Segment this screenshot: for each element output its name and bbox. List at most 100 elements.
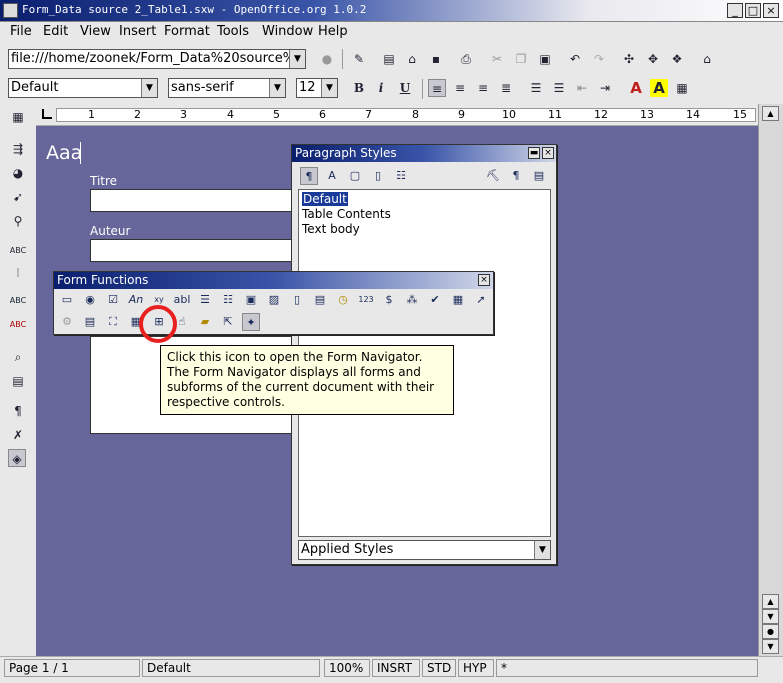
insert-table-icon[interactable]: ▦ [9, 108, 27, 126]
stop-loading-icon[interactable]: ● [318, 50, 336, 68]
paragraph-style-dropdown-icon[interactable]: ▼ [141, 79, 157, 97]
navigation-icon[interactable]: ● [762, 624, 779, 639]
spellcheck-icon[interactable]: ABC [9, 292, 27, 310]
status-hyperlink-mode[interactable]: HYP [458, 659, 494, 677]
style-item-text-body[interactable]: Text body [302, 222, 360, 236]
background-color-icon[interactable]: ▦ [673, 79, 691, 97]
edit-file-icon[interactable]: ✎ [350, 50, 368, 68]
paste-icon[interactable]: ▣ [536, 50, 554, 68]
paragraph-styles-minimize-button[interactable]: ▬ [528, 147, 540, 159]
numbering-styles-icon[interactable]: ☷ [392, 167, 410, 185]
menu-help[interactable]: Help [318, 24, 348, 39]
cut-icon[interactable]: ✂ [488, 50, 506, 68]
nonprinting-characters-icon[interactable]: ¶ [9, 402, 27, 420]
status-insert-mode[interactable]: INSRT [372, 659, 420, 677]
font-size-dropdown-icon[interactable]: ▼ [321, 79, 337, 97]
navigator-icon[interactable]: ✣ [620, 50, 638, 68]
paragraph-style-select[interactable]: Default [8, 78, 158, 98]
menu-view[interactable]: View [80, 24, 111, 39]
new-style-from-selection-icon[interactable]: ¶ [507, 167, 525, 185]
find-replace-icon[interactable]: ⌕ [9, 348, 27, 366]
frame-styles-icon[interactable]: ▢ [346, 167, 364, 185]
show-draw-functions-icon[interactable]: ➹ [9, 188, 27, 206]
underline-button[interactable]: U [396, 79, 414, 97]
edit-autotext-icon[interactable]: ABC [9, 242, 27, 260]
vertical-scrollbar[interactable]: ▲ ▲ ▼ ● ▼ [758, 104, 783, 656]
undo-icon[interactable]: ↶ [566, 50, 584, 68]
page-down-icon[interactable]: ▼ [762, 639, 779, 654]
bold-button[interactable]: B [350, 79, 368, 97]
table-control-icon[interactable]: ▦ [449, 291, 467, 309]
app-icon[interactable] [3, 3, 18, 18]
automatic-control-focus-icon[interactable]: ⇱ [219, 313, 237, 331]
justify-icon[interactable]: ≣ [497, 79, 515, 97]
numeric-field-icon[interactable]: 123 [357, 291, 375, 309]
list-box-icon[interactable]: ☰ [196, 291, 214, 309]
align-right-icon[interactable]: ≡ [474, 79, 492, 97]
paragraph-styles-titlebar[interactable]: Paragraph Styles ▬ × [292, 145, 556, 162]
font-name-dropdown-icon[interactable]: ▼ [269, 79, 285, 97]
checkbox-icon[interactable]: ☑ [104, 291, 122, 309]
align-left-icon[interactable]: ≡ [428, 79, 446, 97]
stylist-icon[interactable]: ✥ [644, 50, 662, 68]
menu-file[interactable]: File [10, 24, 32, 39]
new-document-icon[interactable]: ▤ [380, 50, 398, 68]
highlight-button[interactable]: A [650, 79, 668, 97]
date-field-icon[interactable]: ▤ [311, 291, 329, 309]
open-design-icon[interactable]: ▰ [196, 313, 214, 331]
label-field-icon[interactable]: An [127, 291, 145, 309]
decrease-indent-icon[interactable]: ⇤ [573, 79, 591, 97]
style-item-default[interactable]: Default [302, 192, 348, 206]
url-field[interactable]: file:///home/zoonek/Form_Data%20source%2… [8, 49, 306, 69]
document-heading[interactable]: Aaa [46, 142, 82, 164]
maximize-button[interactable]: □ [745, 3, 761, 18]
form-properties-icon[interactable]: ⛶ [104, 313, 122, 331]
data-sources-panel-icon[interactable]: ▤ [9, 372, 27, 390]
graphics-off-icon[interactable]: ✗ [9, 426, 27, 444]
close-button[interactable]: × [763, 3, 779, 18]
design-mode-icon[interactable]: ⚙ [58, 313, 76, 331]
menu-window[interactable]: Window [262, 24, 313, 39]
horizontal-ruler[interactable]: 1 2 3 4 5 6 7 8 9 10 11 12 13 14 15 [36, 104, 758, 126]
copy-icon[interactable]: ❐ [512, 50, 530, 68]
tab-stop-icon[interactable] [42, 109, 52, 119]
minimize-button[interactable]: _ [727, 3, 743, 18]
paragraph-styles-close-button[interactable]: × [542, 147, 554, 159]
text-cursor-icon[interactable]: Ⅰ [9, 264, 27, 282]
style-item-table-contents[interactable]: Table Contents [302, 207, 391, 221]
pattern-field-icon[interactable]: ⁂ [403, 291, 421, 309]
image-button-icon[interactable]: ▣ [242, 291, 260, 309]
combo-box-icon[interactable]: ☷ [219, 291, 237, 309]
font-color-button[interactable]: A [627, 79, 645, 97]
menu-tools[interactable]: Tools [217, 24, 249, 39]
menu-format[interactable]: Format [164, 24, 210, 39]
page-styles-icon[interactable]: ▯ [369, 167, 387, 185]
gallery-icon[interactable]: ❖ [668, 50, 686, 68]
fill-format-mode-icon[interactable]: ⛏ [484, 167, 502, 185]
update-style-icon[interactable]: ▤ [530, 167, 548, 185]
page-up-icon[interactable]: ▲ [762, 594, 779, 609]
italic-button[interactable]: i [372, 79, 390, 97]
paragraph-styles-icon[interactable]: ¶ [300, 167, 318, 185]
time-field-icon[interactable]: ◷ [334, 291, 352, 309]
menu-insert[interactable]: Insert [119, 24, 156, 39]
status-style[interactable]: Default [142, 659, 320, 677]
select-icon[interactable]: ➚ [472, 291, 490, 309]
redo-icon[interactable]: ↷ [590, 50, 608, 68]
text-box-icon[interactable]: abl [173, 291, 191, 309]
align-center-icon[interactable]: ≡ [451, 79, 469, 97]
form-functions-titlebar[interactable]: Form Functions × [54, 272, 493, 289]
styles-filter-dropdown-icon[interactable]: ▼ [534, 541, 550, 559]
menu-edit[interactable]: Edit [43, 24, 68, 39]
image-control-icon[interactable]: ▨ [265, 291, 283, 309]
url-dropdown-icon[interactable]: ▼ [289, 50, 305, 68]
character-styles-icon[interactable]: A [323, 167, 341, 185]
control-properties-icon[interactable]: ▤ [81, 313, 99, 331]
data-sources-icon[interactable]: ⌂ [698, 50, 716, 68]
bullets-icon[interactable]: ☰ [550, 79, 568, 97]
form-functions-icon[interactable]: ⚲ [9, 212, 27, 230]
online-layout-icon[interactable]: ◈ [8, 449, 26, 467]
formatted-field-icon[interactable]: ✔ [426, 291, 444, 309]
scroll-down-icon[interactable]: ▼ [762, 609, 779, 624]
status-zoom[interactable]: 100% [324, 659, 370, 677]
